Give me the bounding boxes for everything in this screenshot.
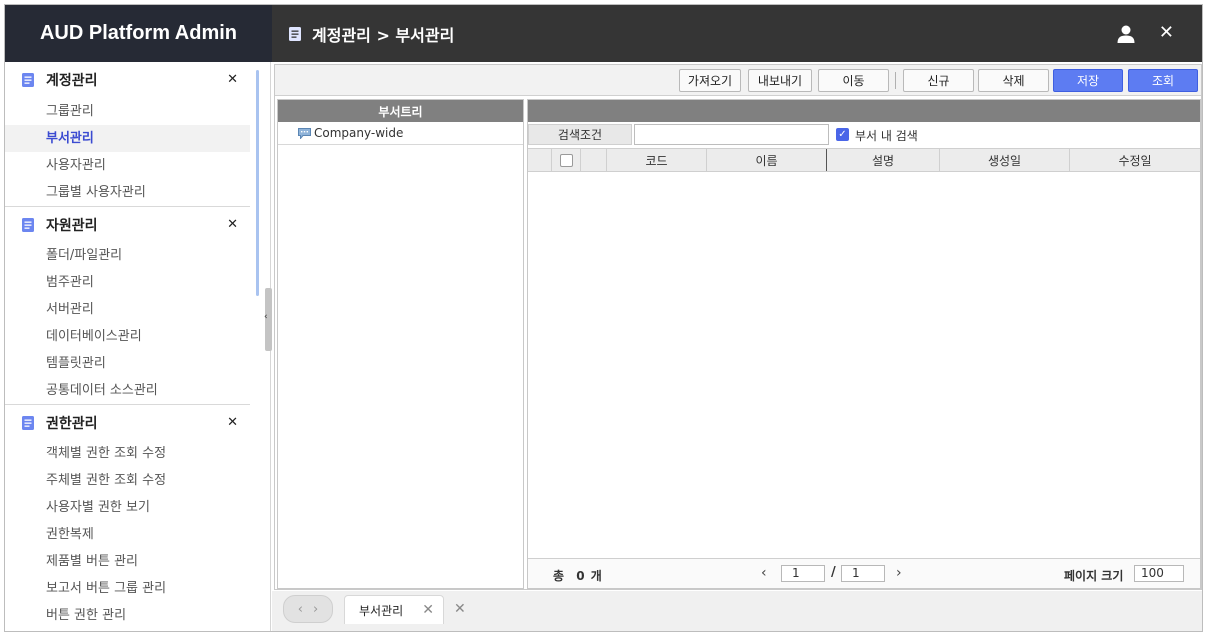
tree-node[interactable]: Company-wide: [278, 122, 523, 145]
grid-header-row: 코드 이름 설명 생성일 수정일: [528, 148, 1200, 172]
document-icon: [22, 415, 34, 430]
close-icon[interactable]: ✕: [227, 415, 238, 430]
sidebar-item[interactable]: 사용자별 권한 보기: [5, 494, 250, 521]
sidebar-item[interactable]: 사용자관리: [5, 152, 250, 179]
status-header: [581, 149, 607, 171]
sidebar-item[interactable]: 그룹관리: [5, 98, 250, 125]
sidebar-item[interactable]: 버튼 권한 관리: [5, 602, 250, 629]
speech-bubble-icon: [298, 127, 311, 139]
current-page-input[interactable]: 1: [781, 565, 825, 582]
page-size-label: 페이지 크기: [1064, 569, 1124, 583]
sidebar-collapse-handle[interactable]: ‹: [264, 288, 272, 351]
sidebar-item[interactable]: 권한복제: [5, 521, 250, 548]
app-window: AUD Platform Admin 계정관리 > 부서관리 ✕ 계정관리 ✕ 그룹…: [4, 4, 1203, 632]
new-button[interactable]: 신규: [903, 69, 974, 92]
close-icon[interactable]: ✕: [227, 72, 238, 87]
dept-tree-panel: 부서트리 Company-wide: [277, 99, 524, 589]
next-page-icon[interactable]: ›: [896, 565, 902, 581]
sidebar: 계정관리 ✕ 그룹관리 부서관리 사용자관리 그룹별 사용자관리자원관리 ✕ 폴더/파일관리 범…: [5, 62, 271, 631]
select-all-checkbox[interactable]: [559, 153, 573, 167]
sidebar-menu: 계정관리 ✕ 그룹관리 부서관리 사용자관리 그룹별 사용자관리자원관리 ✕ 폴더/파일관리 범…: [5, 62, 250, 631]
total-pages: 1: [841, 565, 885, 582]
move-button[interactable]: 이동: [818, 69, 889, 92]
tab-nav-buttons: ‹ ›: [283, 595, 333, 623]
sidebar-item[interactable]: 공통데이터 소스관리: [5, 377, 250, 404]
total-count-value: 0: [576, 569, 585, 583]
dept-tree-header: 부서트리: [278, 100, 523, 122]
tab-close-icon[interactable]: ✕: [422, 602, 434, 618]
app-logo: AUD Platform Admin: [5, 5, 272, 62]
column-header-name[interactable]: 이름: [707, 149, 827, 171]
row-number-header: [528, 149, 552, 171]
close-icon[interactable]: ✕: [227, 217, 238, 232]
sidebar-group-label: 계정관리: [46, 73, 98, 89]
column-header-description[interactable]: 설명: [827, 149, 940, 171]
frozen-column-divider: [826, 149, 827, 171]
tab-label: 부서관리: [359, 603, 404, 618]
main-panel: 가져오기 내보내기 이동 신규 삭제 저장 조회 부서트리 Company-wi…: [274, 64, 1202, 590]
total-count: 총 0 개: [553, 567, 602, 584]
sidebar-item[interactable]: 범주관리: [5, 269, 250, 296]
select-all-cell: [552, 149, 581, 171]
page-separator: /: [831, 565, 836, 580]
sidebar-group-label: 자원관리: [46, 217, 98, 234]
tab-prev-icon[interactable]: ‹: [298, 602, 303, 617]
top-header: 계정관리 > 부서관리 ✕: [272, 5, 1202, 62]
page-title: 계정관리 > 부서관리: [312, 25, 455, 45]
sidebar-item[interactable]: 폴더/파일관리: [5, 242, 250, 269]
tab-bar: ‹ › 부서관리 ✕ ✕: [272, 591, 1202, 631]
total-suffix: 개: [590, 569, 602, 583]
export-button[interactable]: 내보내기: [748, 69, 812, 92]
sidebar-item[interactable]: 보고서 버튼 그룹 관리: [5, 575, 250, 602]
user-icon[interactable]: [1116, 24, 1136, 44]
sidebar-group-header[interactable]: 권한관리 ✕: [5, 404, 250, 440]
sidebar-item[interactable]: 템플릿관리: [5, 350, 250, 377]
toolbar: 가져오기 내보내기 이동 신규 삭제 저장 조회: [275, 65, 1201, 96]
chevron-left-icon: ‹: [264, 312, 268, 322]
search-input[interactable]: [634, 124, 829, 145]
within-dept-checkbox[interactable]: ✓: [836, 128, 849, 141]
prev-page-icon[interactable]: ‹: [761, 565, 767, 581]
close-all-tabs-icon[interactable]: ✕: [454, 601, 466, 617]
sidebar-group-header[interactable]: 계정관리 ✕: [5, 62, 250, 98]
toolbar-divider: [895, 72, 896, 89]
total-prefix: 총: [553, 569, 565, 583]
sidebar-group-label: 권한관리: [46, 415, 98, 432]
document-icon: [289, 26, 301, 41]
sidebar-item[interactable]: 객체별 권한 조회 수정: [5, 440, 250, 467]
close-icon[interactable]: ✕: [1159, 22, 1174, 44]
sidebar-item[interactable]: 데이터베이스관리: [5, 323, 250, 350]
within-dept-label: 부서 내 검색: [855, 129, 918, 143]
page-size-input[interactable]: 100: [1134, 565, 1184, 582]
tree-node-label: Company-wide: [314, 126, 404, 140]
column-header-created[interactable]: 생성일: [940, 149, 1070, 171]
sidebar-item[interactable]: 제품별 버튼 관리: [5, 548, 250, 575]
sidebar-item[interactable]: 그룹별 사용자관리: [5, 179, 250, 206]
sidebar-item[interactable]: 서버관리: [5, 296, 250, 323]
column-header-code[interactable]: 코드: [607, 149, 707, 171]
tab-dept-management[interactable]: 부서관리 ✕: [344, 595, 444, 624]
search-row: 검색조건 ✓ 부서 내 검색: [528, 122, 1200, 147]
document-icon: [22, 73, 34, 87]
grid-title-bar: [528, 100, 1200, 122]
import-button[interactable]: 가져오기: [679, 69, 741, 92]
search-condition-label: 검색조건: [528, 124, 632, 145]
delete-button[interactable]: 삭제: [978, 69, 1049, 92]
tab-next-icon[interactable]: ›: [313, 602, 318, 617]
dept-grid-panel: 검색조건 ✓ 부서 내 검색 코드 이름 설명 생성일 수정일 총 0 개 ‹ …: [527, 99, 1201, 589]
sidebar-item[interactable]: 주체별 권한 조회 수정: [5, 467, 250, 494]
grid-footer: 총 0 개 ‹ 1 / 1 › 페이지 크기 100: [528, 558, 1200, 588]
column-header-modified[interactable]: 수정일: [1070, 149, 1200, 171]
search-button[interactable]: 조회: [1128, 69, 1198, 92]
sidebar-item[interactable]: 부서관리: [5, 125, 250, 152]
sidebar-scrollbar[interactable]: [256, 70, 259, 296]
document-icon: [22, 217, 34, 232]
sidebar-group-header[interactable]: 자원관리 ✕: [5, 206, 250, 242]
save-button[interactable]: 저장: [1053, 69, 1123, 92]
